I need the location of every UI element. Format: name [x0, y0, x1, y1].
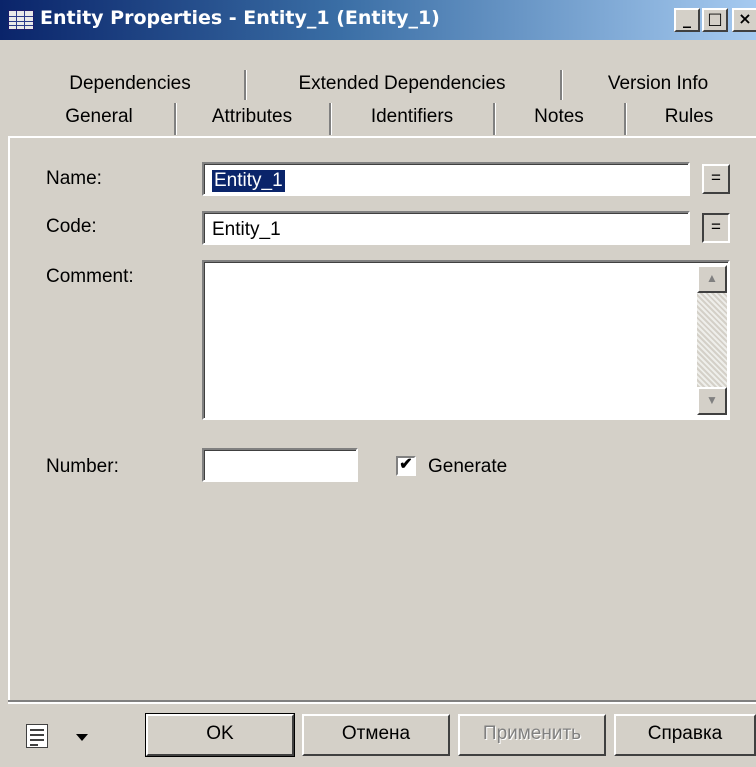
ok-button[interactable]: OK	[145, 713, 295, 757]
code-name-sync-button[interactable]: =	[702, 213, 730, 243]
tab-notes[interactable]: Notes	[499, 101, 619, 135]
cancel-button[interactable]: Отмена	[302, 714, 450, 756]
tab-rules[interactable]: Rules	[630, 101, 748, 135]
scroll-down-icon[interactable]: ▼	[697, 387, 727, 415]
panel-divider	[8, 700, 756, 704]
tab-version-info[interactable]: Version Info	[570, 68, 746, 102]
close-button[interactable]: ×	[732, 8, 756, 32]
code-value: Entity_1	[212, 219, 281, 240]
dropdown-arrow-icon[interactable]	[76, 734, 88, 741]
help-button[interactable]: Справка	[614, 714, 756, 756]
name-label: Name:	[46, 168, 102, 189]
tab-attributes[interactable]: Attributes	[180, 101, 324, 135]
window-title: Entity Properties - Entity_1 (Entity_1)	[40, 7, 440, 29]
tab-extended-dependencies[interactable]: Extended Dependencies	[252, 68, 552, 102]
number-input[interactable]	[202, 448, 358, 482]
list-menu-icon[interactable]	[26, 724, 48, 748]
checkmark-icon: ✔	[399, 456, 413, 473]
name-code-sync-button[interactable]: =	[702, 164, 730, 194]
tab-dependencies[interactable]: Dependencies	[20, 68, 240, 102]
comment-textarea[interactable]	[202, 260, 730, 420]
code-label: Code:	[46, 216, 97, 237]
name-value: Entity_1	[212, 170, 285, 192]
tab-separator	[244, 70, 247, 100]
tab-separator	[624, 103, 627, 135]
name-input[interactable]: Entity_1	[202, 162, 690, 196]
title-bar[interactable]: Entity Properties - Entity_1 (Entity_1) …	[0, 0, 756, 40]
tab-separator	[174, 103, 177, 135]
scroll-up-icon[interactable]: ▲	[697, 265, 727, 293]
generate-label[interactable]: Generate	[428, 456, 507, 478]
tab-identifiers[interactable]: Identifiers	[335, 101, 489, 135]
generate-checkbox[interactable]: ✔	[396, 456, 416, 476]
entity-properties-dialog: Entity Properties - Entity_1 (Entity_1) …	[0, 0, 756, 767]
tab-separator	[493, 103, 496, 135]
tab-general[interactable]: General	[28, 101, 170, 135]
tab-separator	[560, 70, 563, 100]
comment-scrollbar[interactable]: ▲ ▼	[697, 265, 727, 415]
maximize-button[interactable]: □	[702, 8, 728, 32]
minimize-button[interactable]: _	[674, 8, 700, 32]
comment-label: Comment:	[46, 266, 134, 287]
table-icon	[8, 10, 34, 30]
apply-button[interactable]: Применить	[458, 714, 606, 756]
code-input[interactable]: Entity_1	[202, 211, 690, 245]
number-label: Number:	[46, 456, 119, 477]
tab-separator	[329, 103, 332, 135]
